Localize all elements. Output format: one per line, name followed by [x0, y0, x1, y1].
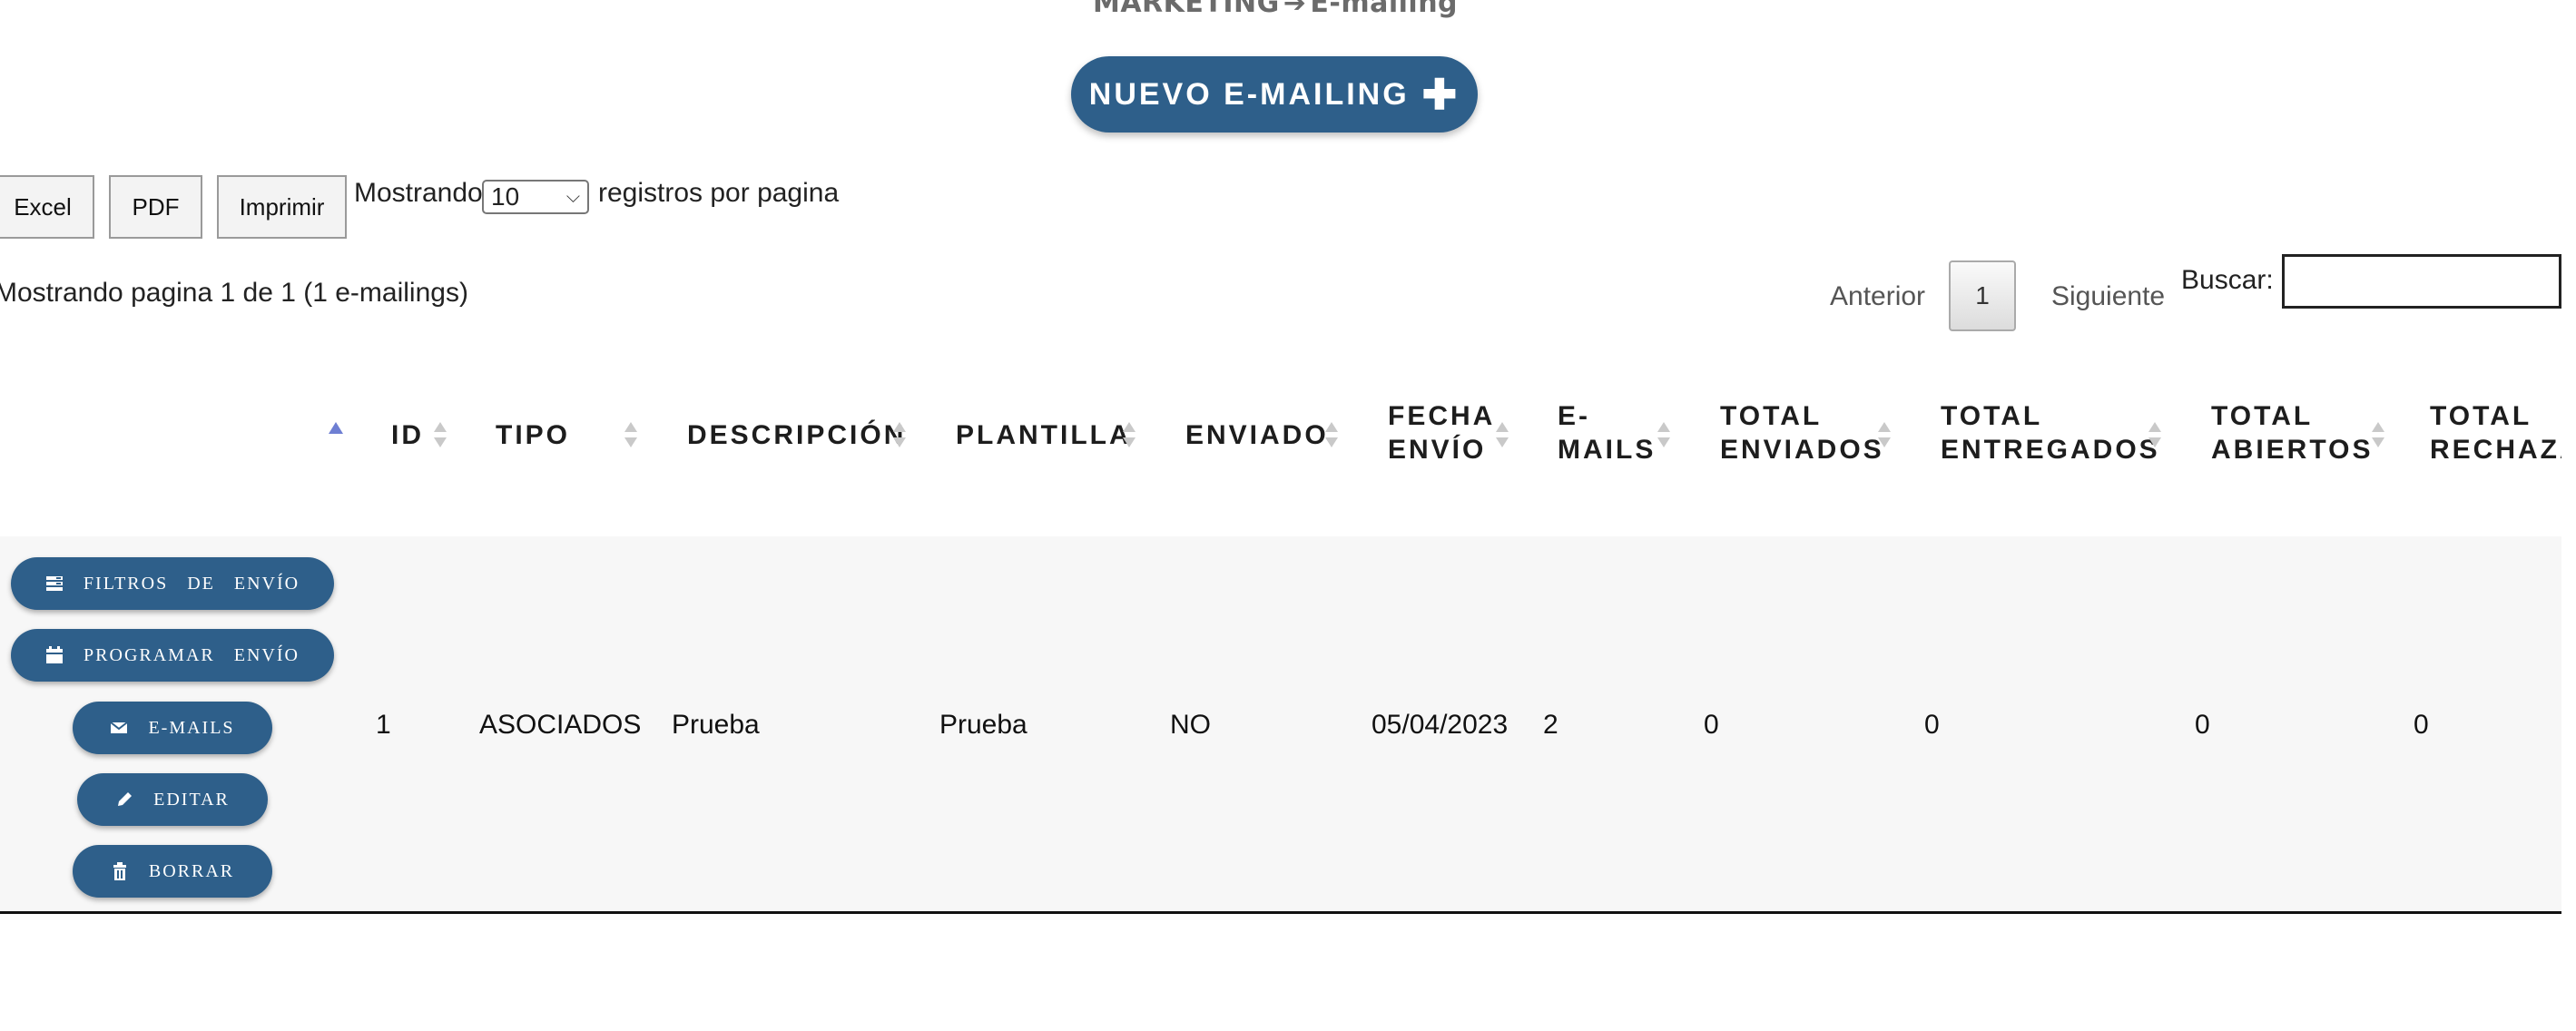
plus-icon: ✚: [1421, 71, 1460, 118]
editar-button[interactable]: EDITAR: [77, 773, 268, 826]
cell-tipo: ASOCIADOS: [479, 710, 642, 740]
header-fecha-envio[interactable]: FECHA ENVÍO: [1388, 399, 1495, 466]
print-button[interactable]: Imprimir: [217, 175, 347, 239]
breadcrumb: MARKETING ➔ E-mailing: [0, 0, 2551, 19]
programar-envio-label: PROGRAMAR ENVÍO: [84, 644, 300, 665]
header-fecha-envio-line2: ENVÍO: [1388, 435, 1487, 465]
header-emails[interactable]: E- MAILS: [1558, 399, 1656, 466]
list-filter-icon: [45, 574, 64, 593]
cell-total-enviados: 0: [1704, 710, 1719, 740]
borrar-label: BORRAR: [148, 860, 235, 881]
cell-descripcion: Prueba: [672, 710, 760, 740]
sort-icon[interactable]: [1878, 422, 1891, 447]
page-length-select[interactable]: 10 ⌵: [482, 180, 589, 214]
header-enviado[interactable]: ENVIADO: [1185, 418, 1329, 452]
breadcrumb-current: E-mailing: [1310, 0, 1459, 19]
pagination-next[interactable]: Siguiente: [2051, 281, 2165, 312]
excel-button[interactable]: Excel: [0, 175, 94, 239]
calendar-icon: [45, 646, 64, 664]
new-emailing-button[interactable]: NUEVO E-MAILING ✚: [1071, 56, 1478, 133]
sort-icon[interactable]: [1123, 422, 1136, 447]
chevron-down-icon: ⌵: [565, 186, 580, 207]
trash-icon: [111, 862, 129, 880]
sort-icon[interactable]: [1325, 422, 1338, 447]
cell-total-rechazados: 0: [2414, 710, 2429, 740]
cell-total-entregados: 0: [1924, 710, 1940, 740]
sort-icon[interactable]: [893, 422, 906, 447]
length-prefix: Mostrando: [354, 178, 483, 208]
pencil-icon: [115, 790, 133, 809]
header-total-abiertos[interactable]: TOTAL ABIERTOS: [2211, 399, 2373, 466]
cell-total-abiertos: 0: [2195, 710, 2210, 740]
filtros-envio-label: FILTROS DE ENVÍO: [83, 573, 300, 594]
header-total-enviados-line1: TOTAL: [1720, 401, 1823, 431]
cell-id: 1: [376, 710, 391, 740]
pagination-previous[interactable]: Anterior: [1830, 281, 1925, 312]
programar-envio-button[interactable]: PROGRAMAR ENVÍO: [11, 629, 334, 682]
arrow-right-icon: ➔: [1283, 0, 1307, 19]
borrar-button[interactable]: BORRAR: [73, 845, 272, 898]
header-descripcion[interactable]: DESCRIPCIÓN: [687, 418, 906, 452]
header-total-abiertos-line1: TOTAL: [2211, 401, 2314, 431]
sort-icon[interactable]: [1657, 422, 1670, 447]
header-total-entregados-line2: ENTREGADOS: [1941, 435, 2160, 465]
header-total-enviados-line2: ENVIADOS: [1720, 435, 1884, 465]
header-total-rechazados-line1: TOTAL: [2430, 401, 2532, 431]
sort-icon[interactable]: [624, 422, 637, 447]
header-total-rechazados-line2: RECHAZA: [2430, 435, 2561, 465]
sort-icon[interactable]: [434, 422, 447, 447]
pagination-page-1[interactable]: 1: [1949, 260, 2016, 331]
sort-icon[interactable]: [2372, 422, 2384, 447]
length-suffix: registros por pagina: [598, 178, 840, 208]
sort-icon[interactable]: [2148, 422, 2161, 447]
header-total-enviados[interactable]: TOTAL ENVIADOS: [1720, 399, 1884, 466]
filtros-envio-button[interactable]: FILTROS DE ENVÍO: [11, 557, 334, 610]
header-total-entregados-line1: TOTAL: [1941, 401, 2043, 431]
cell-fecha-envio: 05/04/2023: [1372, 710, 1509, 740]
table-info: Mostrando pagina 1 de 1 (1 e-mailings): [0, 278, 468, 308]
sort-icon[interactable]: [1496, 422, 1509, 447]
pdf-button[interactable]: PDF: [109, 175, 202, 239]
header-total-abiertos-line2: ABIERTOS: [2211, 435, 2374, 465]
emails-button[interactable]: E-MAILS: [73, 702, 272, 754]
header-id[interactable]: ID: [391, 418, 424, 452]
header-total-rechazados[interactable]: TOTAL RECHAZA: [2430, 399, 2561, 466]
page-length-value: 10: [491, 182, 520, 211]
page: MARKETING ➔ E-mailing NUEVO E-MAILING ✚ Ex…: [0, 0, 2576, 1031]
header-emails-line1: E-: [1558, 401, 1590, 431]
new-emailing-label: NUEVO E-MAILING: [1088, 76, 1410, 112]
cell-emails: 2: [1543, 710, 1558, 740]
editar-label: EDITAR: [153, 789, 230, 810]
header-fecha-envio-line1: FECHA: [1388, 401, 1496, 431]
emails-label: E-MAILS: [148, 717, 235, 738]
envelope-icon: [110, 719, 129, 737]
header-tipo[interactable]: TIPO: [496, 418, 570, 452]
search-input[interactable]: [2282, 254, 2561, 309]
header-total-entregados[interactable]: TOTAL ENTREGADOS: [1941, 399, 2160, 466]
header-plantilla[interactable]: PLANTILLA: [956, 418, 1132, 452]
sort-ascending-icon[interactable]: [329, 422, 343, 434]
cell-plantilla: Prueba: [939, 710, 1027, 740]
search-label: Buscar:: [2181, 265, 2274, 295]
cell-enviado: NO: [1170, 710, 1211, 740]
breadcrumb-section[interactable]: MARKETING: [1093, 0, 1280, 19]
header-emails-line2: MAILS: [1558, 435, 1657, 465]
